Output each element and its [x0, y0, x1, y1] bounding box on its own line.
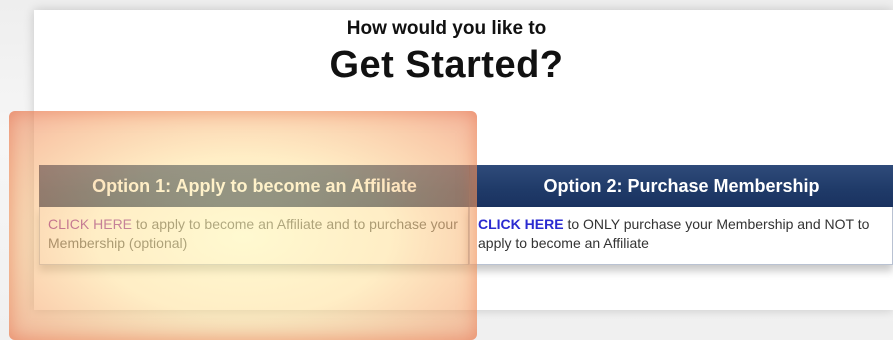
option-1-card: Option 1: Apply to become an Affiliate C… — [39, 165, 469, 273]
heading-subtitle: How would you like to — [346, 18, 547, 39]
option-1-title: Option 1: Apply to become an Affiliate — [39, 165, 469, 207]
get-started-page: How would you like to Get Started? Optio… — [0, 0, 893, 340]
option-2-card: Option 2: Purchase Membership CLICK HERE… — [469, 165, 893, 273]
option-1-description: CLICK HERE to apply to become an Affilia… — [39, 207, 469, 265]
option-2-title: Option 2: Purchase Membership — [469, 165, 893, 207]
option-2-click-here-link[interactable]: CLICK HERE — [478, 216, 564, 232]
option-2-description: CLICK HERE to ONLY purchase your Members… — [469, 207, 893, 265]
page-title: Get Started? — [329, 44, 564, 86]
option-1-click-here-link[interactable]: CLICK HERE — [48, 216, 132, 232]
